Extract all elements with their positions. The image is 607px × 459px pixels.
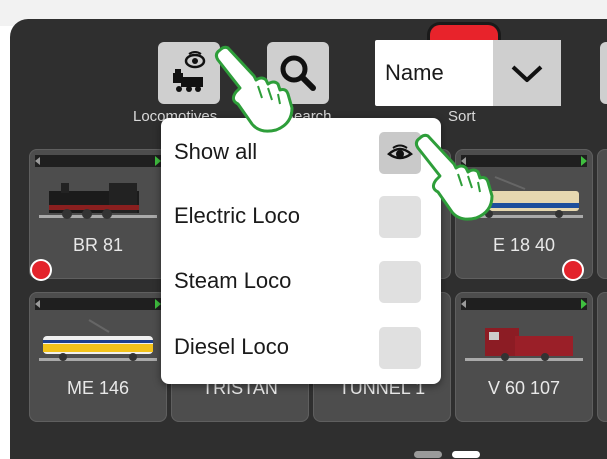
loco-name: ME 146 [66, 378, 130, 398]
chevron-down-icon [511, 65, 543, 82]
forward-arrow-icon [581, 299, 587, 309]
sort-value: Name [385, 60, 444, 85]
filter-option-label: Electric Loco [174, 203, 300, 228]
alert-badge [32, 261, 50, 279]
loco-card[interactable]: BR 81 [29, 149, 167, 279]
page-indicator-dot [414, 451, 442, 458]
loco-card-partial[interactable] [597, 292, 607, 422]
filter-option-electric[interactable]: Electric Loco [161, 184, 441, 250]
reverse-arrow-icon [461, 300, 466, 308]
speed-bar [35, 298, 161, 310]
loco-name: V 60 107 [487, 378, 561, 398]
tap-hand-icon [214, 45, 294, 133]
speed-bar [35, 155, 161, 167]
control-station-screen: Name Locomotives Search Sort BR 81 E 18 … [0, 0, 607, 459]
speed-bar [461, 298, 587, 310]
filter-option-label: Diesel Loco [174, 334, 289, 359]
filter-option-show-all[interactable]: Show all [161, 120, 441, 186]
filter-checkbox[interactable] [379, 327, 421, 369]
steam-loco-image [39, 183, 157, 219]
page-indicator-dot-active [452, 451, 480, 458]
diesel-loco-image [465, 328, 583, 361]
partial-toolbar-button[interactable] [600, 42, 607, 104]
alert-badge [564, 261, 582, 279]
loco-filter-popup: Show all Electric Loco Steam Loco Diesel… [161, 118, 441, 384]
loco-name: BR 81 [72, 235, 124, 255]
reverse-arrow-icon [35, 300, 40, 308]
sort-expand-button[interactable] [493, 40, 561, 106]
loco-card[interactable]: V 60 107 [455, 292, 593, 422]
sort-dropdown[interactable]: Name [375, 40, 561, 106]
filter-option-steam[interactable]: Steam Loco [161, 249, 441, 315]
filter-checkbox[interactable] [379, 261, 421, 303]
forward-arrow-icon [581, 156, 587, 166]
filter-option-diesel[interactable]: Diesel Loco [161, 315, 441, 381]
filter-option-label: Show all [174, 139, 258, 164]
electric-loco-image [39, 319, 157, 361]
tap-hand-icon [414, 133, 494, 221]
reverse-arrow-icon [35, 157, 40, 165]
loco-card-partial[interactable] [597, 149, 607, 279]
filter-option-label: Steam Loco [174, 268, 292, 293]
loco-name: E 18 40 [492, 235, 556, 255]
loco-card[interactable]: ME 146 [29, 292, 167, 422]
sort-label: Sort [448, 108, 476, 125]
